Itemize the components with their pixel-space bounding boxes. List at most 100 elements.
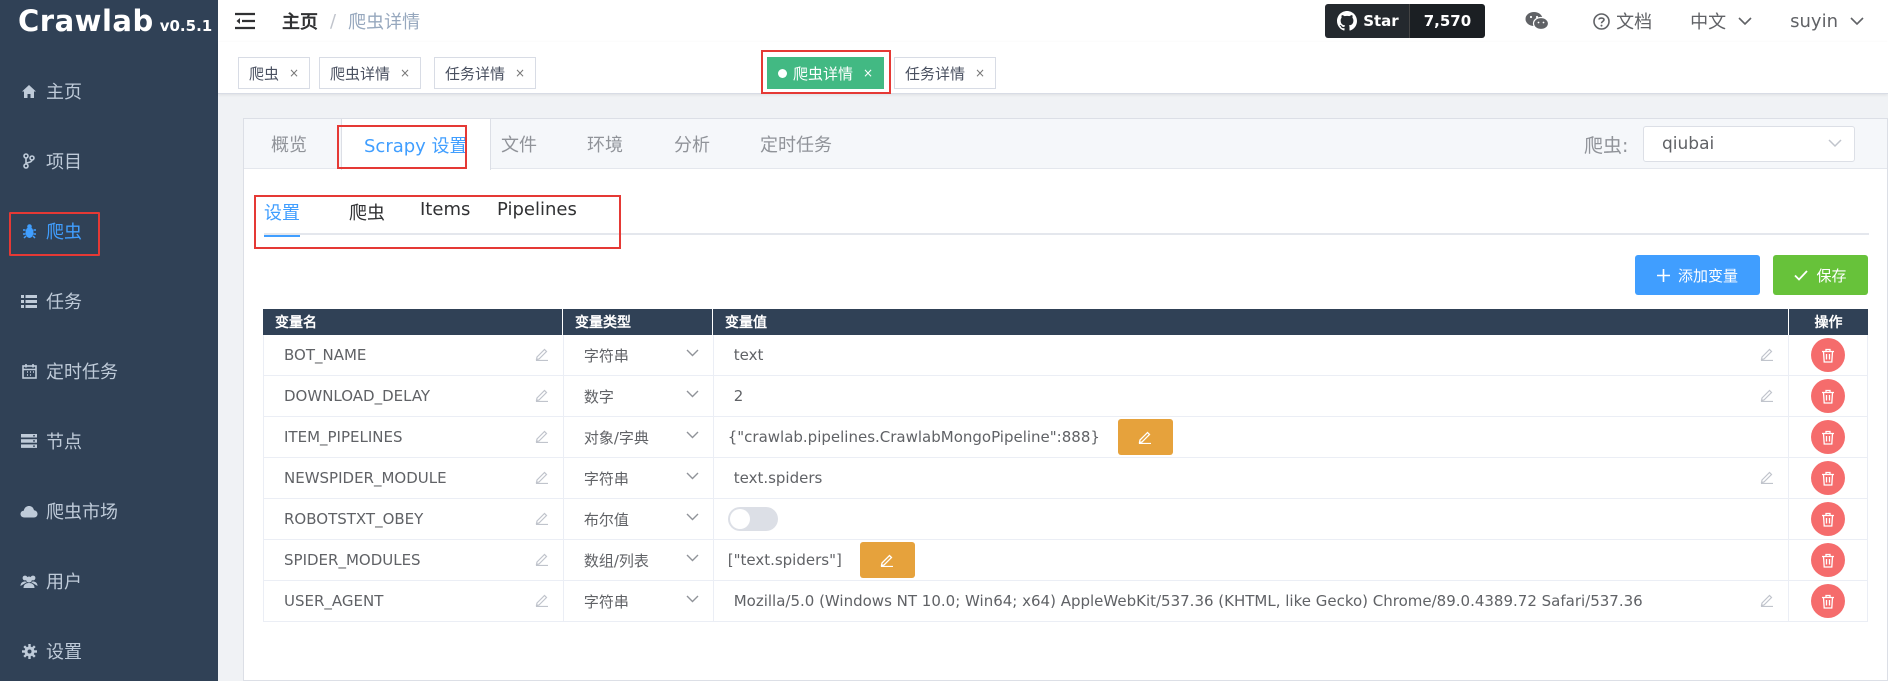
- sidebar-item-spiders[interactable]: 爬虫: [0, 196, 218, 266]
- variable-type-select[interactable]: 字符串: [564, 581, 714, 621]
- sidebar-item-projects[interactable]: 项目: [0, 126, 218, 196]
- sidebar-item-market[interactable]: 爬虫市场: [0, 476, 218, 546]
- table-header: 变量名 变量类型 变量值 操作: [263, 309, 1868, 335]
- variable-name: USER_AGENT: [284, 592, 384, 610]
- sidebar-item-settings[interactable]: 设置: [0, 616, 218, 681]
- sidebar-item-users[interactable]: 用户: [0, 546, 218, 616]
- docs-label: 文档: [1616, 12, 1653, 33]
- breadcrumb-home[interactable]: 主页: [282, 8, 318, 34]
- variable-name-cell[interactable]: USER_AGENT: [264, 581, 564, 621]
- variable-type-select[interactable]: 布尔值: [564, 499, 714, 539]
- tab-files[interactable]: 文件: [501, 119, 537, 169]
- variable-name: DOWNLOAD_DELAY: [284, 387, 431, 405]
- chevron-down-icon: [1850, 16, 1864, 25]
- wechat-button[interactable]: [1525, 11, 1555, 31]
- variable-type: 字符串: [583, 469, 629, 488]
- docs-link[interactable]: 文档: [1593, 8, 1652, 34]
- variable-type: 布尔值: [583, 510, 629, 529]
- delete-button[interactable]: [1811, 338, 1846, 372]
- tab-schedules[interactable]: 定时任务: [760, 119, 832, 169]
- close-icon[interactable]: ×: [289, 66, 299, 80]
- tag-item[interactable]: 任务详情 ×: [894, 57, 997, 89]
- edit-value-button[interactable]: [1117, 419, 1173, 455]
- variable-type-select[interactable]: 对象/字典: [564, 417, 714, 457]
- variable-value-cell[interactable]: [714, 499, 1790, 539]
- trash-icon: [1822, 594, 1835, 609]
- delete-button[interactable]: [1811, 461, 1846, 495]
- sidebar-item-label: 爬虫市场: [46, 502, 118, 523]
- sidebar-item-schedules[interactable]: 定时任务: [0, 336, 218, 406]
- edit-icon: [1139, 431, 1152, 444]
- variable-value-cell[interactable]: ["text.spiders"]: [714, 540, 1790, 580]
- check-icon: [1794, 269, 1809, 281]
- edit-icon[interactable]: [535, 429, 549, 443]
- edit-icon[interactable]: [1760, 593, 1774, 607]
- variable-type-select[interactable]: 数字: [564, 376, 714, 416]
- hamburger-icon[interactable]: [234, 12, 256, 30]
- edit-icon[interactable]: [1760, 388, 1774, 402]
- tab-analytics[interactable]: 分析: [674, 119, 710, 169]
- variable-name-cell[interactable]: NEWSPIDER_MODULE: [264, 458, 564, 498]
- save-button[interactable]: 保存: [1773, 255, 1868, 295]
- delete-button[interactable]: [1811, 379, 1846, 413]
- delete-button[interactable]: [1811, 502, 1846, 536]
- top-header: 主页 / 爬虫详情 Star 7,570 文档 中文 suyin: [218, 0, 1888, 42]
- close-icon[interactable]: ×: [400, 66, 410, 80]
- user-menu[interactable]: suyin: [1790, 11, 1864, 32]
- delete-button[interactable]: [1811, 584, 1846, 618]
- variable-name: NEWSPIDER_MODULE: [284, 469, 447, 487]
- variable-value-cell[interactable]: {"crawlab.pipelines.CrawlabMongoPipeline…: [714, 417, 1790, 457]
- sidebar-item-home[interactable]: 主页: [0, 56, 218, 126]
- variable-value: Mozilla/5.0 (Windows NT 10.0; Win64; x64…: [733, 592, 1643, 610]
- variable-value: text.spiders: [733, 469, 823, 487]
- tag-item[interactable]: 爬虫 ×: [238, 57, 311, 89]
- github-star-label: Star: [1363, 12, 1399, 30]
- variable-name-cell[interactable]: ITEM_PIPELINES: [264, 417, 564, 457]
- app-logo[interactable]: Crawlab v0.5.1: [0, 0, 218, 44]
- sidebar-item-tasks[interactable]: 任务: [0, 266, 218, 336]
- delete-button[interactable]: [1811, 543, 1846, 577]
- chevron-down-icon: [686, 472, 699, 480]
- tag-item[interactable]: 任务详情 ×: [434, 57, 537, 89]
- close-icon[interactable]: ×: [515, 66, 525, 80]
- language-selector[interactable]: 中文: [1690, 8, 1752, 34]
- variable-value-cell[interactable]: Mozilla/5.0 (Windows NT 10.0; Win64; x64…: [714, 581, 1790, 621]
- trash-icon: [1822, 430, 1835, 445]
- boolean-switch[interactable]: [727, 507, 778, 531]
- github-star-button[interactable]: Star 7,570: [1325, 4, 1486, 38]
- edit-icon[interactable]: [535, 552, 549, 566]
- chevron-down-icon: [686, 431, 699, 439]
- variable-type-select[interactable]: 字符串: [564, 458, 714, 498]
- spider-select[interactable]: qiubai: [1643, 126, 1855, 162]
- edit-icon[interactable]: [1760, 347, 1774, 361]
- sidebar-nav: 主页 项目 爬虫 任务 定时任务 节点 爬虫市场 用户 设置: [0, 56, 218, 681]
- add-variable-button[interactable]: 添加变量: [1635, 255, 1760, 295]
- delete-button[interactable]: [1811, 420, 1846, 454]
- edit-icon[interactable]: [535, 388, 549, 402]
- edit-icon[interactable]: [535, 470, 549, 484]
- edit-icon[interactable]: [1760, 470, 1774, 484]
- variable-value-cell[interactable]: text: [714, 335, 1790, 375]
- variable-name-cell[interactable]: ROBOTSTXT_OBEY: [264, 499, 564, 539]
- github-star: Star: [1325, 4, 1409, 38]
- close-icon[interactable]: ×: [975, 66, 985, 80]
- table-row: NEWSPIDER_MODULE 字符串 text.spiders: [263, 458, 1868, 499]
- tag-item[interactable]: 爬虫详情 ×: [319, 57, 422, 89]
- variable-value-cell[interactable]: 2: [714, 376, 1790, 416]
- variable-name-cell[interactable]: DOWNLOAD_DELAY: [264, 376, 564, 416]
- variable-type-select[interactable]: 数组/列表: [564, 540, 714, 580]
- tab-overview[interactable]: 概览: [271, 119, 307, 169]
- column-header-name: 变量名: [263, 309, 563, 335]
- edit-value-button[interactable]: [859, 542, 915, 578]
- edit-icon[interactable]: [535, 593, 549, 607]
- sidebar-item-label: 设置: [46, 642, 82, 663]
- edit-icon[interactable]: [535, 511, 549, 525]
- variable-name-cell[interactable]: SPIDER_MODULES: [264, 540, 564, 580]
- table-body: BOT_NAME 字符串 text DOWNLOAD_DELAY 数字 2 IT…: [263, 335, 1868, 622]
- tab-environment[interactable]: 环境: [587, 119, 623, 169]
- variable-type-select[interactable]: 字符串: [564, 335, 714, 375]
- sidebar-item-nodes[interactable]: 节点: [0, 406, 218, 476]
- edit-icon[interactable]: [535, 347, 549, 361]
- variable-value-cell[interactable]: text.spiders: [714, 458, 1790, 498]
- variable-name-cell[interactable]: BOT_NAME: [264, 335, 564, 375]
